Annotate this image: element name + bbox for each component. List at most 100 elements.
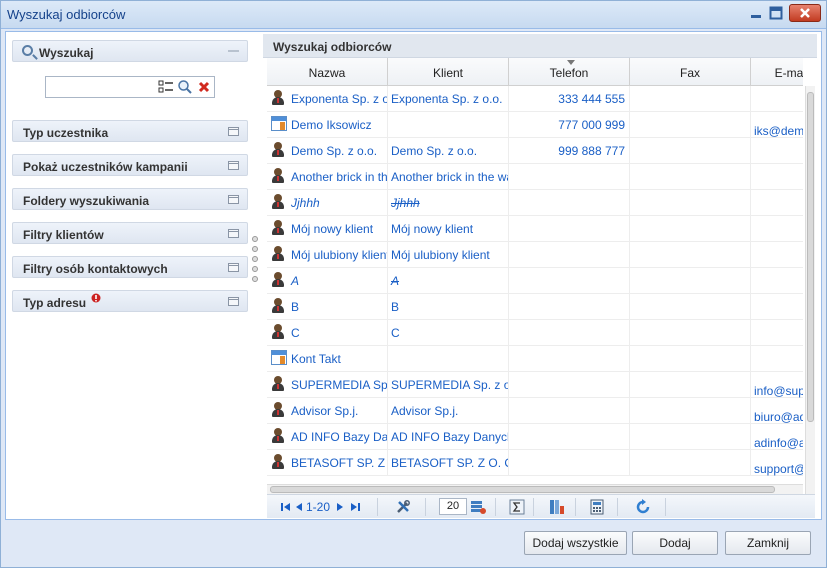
cell-name[interactable]: Mój nowy klient [267, 216, 388, 242]
table-row[interactable]: Another brick in the Another brick in the… [267, 164, 803, 190]
refresh-button[interactable] [635, 499, 651, 515]
column-header-client[interactable]: Klient [388, 58, 509, 85]
panel-splitter[interactable] [250, 232, 260, 286]
table-row[interactable]: CC [267, 320, 803, 346]
cell-fax[interactable] [630, 294, 751, 320]
cell-name[interactable]: BETASOFT SP. Z O. O [267, 450, 388, 476]
section-address-type[interactable]: Typ adresu [12, 290, 248, 312]
cell-name[interactable]: Mój ulubiony klient [267, 242, 388, 268]
cell-fax[interactable] [630, 346, 751, 372]
expand-icon[interactable] [228, 195, 239, 204]
prev-page-button[interactable] [295, 499, 303, 515]
table-row[interactable]: AA [267, 268, 803, 294]
cell-phone[interactable] [509, 294, 630, 320]
cell-phone[interactable] [509, 216, 630, 242]
cell-fax[interactable] [630, 398, 751, 424]
scroll-thumb[interactable] [807, 92, 814, 422]
table-row[interactable]: Exponenta Sp. z o.o. Exponenta Sp. z o.o.… [267, 86, 803, 112]
last-page-button[interactable] [350, 499, 360, 515]
search-section-header[interactable]: Wyszukaj [12, 40, 248, 62]
cell-name[interactable]: Another brick in the [267, 164, 388, 190]
add-all-button[interactable]: Dodaj wszystkie [524, 531, 627, 555]
cell-name[interactable]: Exponenta Sp. z o.o. [267, 86, 388, 112]
cell-fax[interactable] [630, 424, 751, 450]
cell-client[interactable]: Demo Sp. z o.o. [388, 138, 509, 164]
cell-name[interactable]: Kont Takt [267, 346, 388, 372]
cell-name[interactable]: SUPERMEDIA Sp. z o [267, 372, 388, 398]
cell-fax[interactable] [630, 190, 751, 216]
search-button[interactable] [177, 79, 193, 95]
settings-button[interactable] [395, 499, 411, 515]
collapse-arrow-icon[interactable] [252, 256, 258, 262]
close-window-button[interactable] [789, 4, 821, 22]
page-size-input[interactable]: 20 [439, 498, 467, 515]
cell-client[interactable]: Mój nowy klient [388, 216, 509, 242]
cell-client[interactable]: BETASOFT SP. Z O. O. [388, 450, 509, 476]
cell-phone[interactable]: 777 000 999 [509, 112, 630, 138]
cell-email[interactable] [751, 268, 803, 294]
cell-phone[interactable] [509, 398, 630, 424]
cell-email[interactable]: info@supe [751, 372, 803, 398]
clear-search-button[interactable] [196, 79, 212, 95]
collapse-icon[interactable] [228, 50, 239, 52]
cell-name[interactable]: Demo Sp. z o.o. [267, 138, 388, 164]
section-participant-type[interactable]: Typ uczestnika [12, 120, 248, 142]
cell-email[interactable] [751, 190, 803, 216]
cell-name[interactable]: Jjhhh [267, 190, 388, 216]
cell-fax[interactable] [630, 164, 751, 190]
cell-email[interactable] [751, 346, 803, 372]
cell-fax[interactable] [630, 450, 751, 476]
section-contact-filters[interactable]: Filtry osób kontaktowych [12, 256, 248, 278]
cell-phone[interactable] [509, 372, 630, 398]
cell-fax[interactable] [630, 268, 751, 294]
cell-email[interactable] [751, 242, 803, 268]
table-row[interactable]: BB [267, 294, 803, 320]
table-row[interactable]: AD INFO Bazy DanyAD INFO Bazy Danych Pi a… [267, 424, 803, 450]
cell-email[interactable] [751, 294, 803, 320]
expand-icon[interactable] [228, 161, 239, 170]
cell-phone[interactable] [509, 242, 630, 268]
horizontal-scrollbar[interactable] [267, 484, 803, 494]
cell-email[interactable]: adinfo@ad [751, 424, 803, 450]
cell-name[interactable]: C [267, 320, 388, 346]
cell-client[interactable]: Mój ulubiony klient [388, 242, 509, 268]
page-size-button[interactable] [470, 499, 486, 515]
cell-email[interactable]: iks@demo [751, 112, 803, 138]
table-row[interactable]: Demo Iksowicz 777 000 999 iks@demo [267, 112, 803, 138]
cell-phone[interactable] [509, 164, 630, 190]
close-button[interactable]: Zamknij [725, 531, 811, 555]
cell-client[interactable]: Exponenta Sp. z o.o. [388, 86, 509, 112]
cell-email[interactable]: biuro@adv [751, 398, 803, 424]
column-header-fax[interactable]: Fax [630, 58, 751, 85]
cell-client[interactable]: Another brick in the wall [388, 164, 509, 190]
cell-name[interactable]: AD INFO Bazy Dany [267, 424, 388, 450]
column-header-email[interactable]: E-mai [751, 58, 803, 85]
cell-fax[interactable] [630, 372, 751, 398]
table-row[interactable]: Mój nowy klient Mój nowy klient [267, 216, 803, 242]
table-row[interactable]: Advisor Sp.j. Advisor Sp.j. biuro@adv [267, 398, 803, 424]
cell-client[interactable] [388, 346, 509, 372]
expand-icon[interactable] [228, 127, 239, 136]
cell-phone[interactable] [509, 424, 630, 450]
minimize-button[interactable] [747, 4, 765, 22]
table-row[interactable]: Demo Sp. z o.o. Demo Sp. z o.o. 999 888 77… [267, 138, 803, 164]
cell-client[interactable]: SUPERMEDIA Sp. z o.o. [388, 372, 509, 398]
cell-fax[interactable] [630, 320, 751, 346]
advanced-search-button[interactable] [158, 79, 174, 95]
expand-icon[interactable] [228, 229, 239, 238]
columns-button[interactable] [549, 499, 565, 515]
cell-name[interactable]: Advisor Sp.j. [267, 398, 388, 424]
add-button[interactable]: Dodaj [632, 531, 718, 555]
vertical-scrollbar[interactable] [805, 86, 815, 506]
next-page-button[interactable] [336, 499, 344, 515]
cell-fax[interactable] [630, 216, 751, 242]
cell-phone[interactable] [509, 190, 630, 216]
section-search-folders[interactable]: Foldery wyszukiwania [12, 188, 248, 210]
table-row[interactable]: Jjhhh Jjhhh [267, 190, 803, 216]
expand-icon[interactable] [228, 263, 239, 272]
cell-fax[interactable] [630, 86, 751, 112]
cell-client[interactable] [388, 112, 509, 138]
cell-name[interactable]: A [267, 268, 388, 294]
cell-name[interactable]: Demo Iksowicz [267, 112, 388, 138]
cell-name[interactable]: B [267, 294, 388, 320]
